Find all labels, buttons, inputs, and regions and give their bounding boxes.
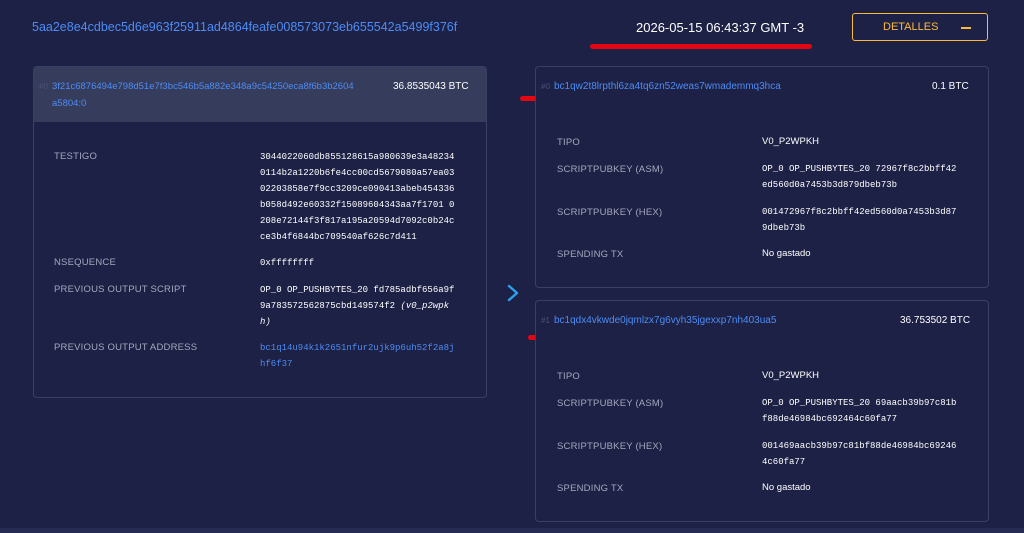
prev-address-line[interactable]: hf6f37	[260, 356, 475, 372]
output-card: #1 bc1qdx4vkwde0jqmlzx7g6vyh35jgexxp7nh4…	[535, 300, 989, 522]
annotation-underline-datetime	[590, 44, 812, 49]
prev-output-script-label: PREVIOUS OUTPUT SCRIPT	[54, 284, 187, 295]
prev-output-address-label: PREVIOUS OUTPUT ADDRESS	[54, 342, 198, 353]
page-bottom-divider	[0, 528, 1024, 533]
witness-line: 0114b2a1220b6fe4cc00cd5679080a57ea03	[260, 168, 455, 178]
witness-label: TESTIGO	[54, 151, 98, 162]
spending-tx-value: No gastado	[762, 482, 811, 493]
prev-output-address-link[interactable]: bc1q14u94k1k2651nfur2ujk9p6uh52f2a8j hf6…	[260, 340, 475, 372]
nsequence-value: 0xffffffff	[260, 258, 315, 268]
asm-line: ed560d0a7453b3d879dbeb73b	[762, 180, 898, 190]
asm-line: f88de46984bc692464c60fa77	[762, 414, 898, 424]
witness-line: 3044022060db855128615a980639e3a48234	[260, 152, 455, 162]
chevron-right-icon	[507, 284, 519, 302]
scriptpubkey-asm-label: SCRIPTPUBKEY (ASM)	[557, 398, 664, 409]
witness-line: b058d492e60332f15089604343aa7f1701 0	[260, 200, 455, 210]
spending-tx-value: No gastado	[762, 248, 811, 259]
scriptpubkey-hex-label: SCRIPTPUBKEY (HEX)	[557, 207, 663, 218]
prev-script-type-tail: h)	[260, 317, 271, 327]
output-address-link[interactable]: bc1qw2t8lrpthl6za4tq6zn52weas7wmademmq3h…	[554, 81, 781, 92]
input-amount: 36.8535043 BTC	[393, 81, 469, 92]
asm-line: OP_0 OP_PUSHBYTES_20 72967f8c2bbff42	[762, 164, 957, 174]
scriptpubkey-hex-label: SCRIPTPUBKEY (HEX)	[557, 441, 663, 452]
hex-line: 001472967f8c2bbff42ed560d0a7453b3d87	[762, 207, 957, 217]
witness-line: ce3b4f6844bc709540af626c7d411	[260, 232, 417, 242]
prev-script-type: (v0_p2wpk	[400, 301, 450, 311]
hex-line: 9dbeb73b	[762, 223, 806, 233]
input-index: #0	[39, 82, 48, 91]
scriptpubkey-asm-value: OP_0 OP_PUSHBYTES_20 69aacb39b97c81b f88…	[762, 395, 977, 427]
hex-line: 4c60fa77	[762, 457, 806, 467]
hex-line: 001469aacb39b97c81bf88de46984bc69246	[762, 441, 957, 451]
input-card-header: #0 3f21c6876494e798d51e7f3bc546b5a882e34…	[34, 67, 486, 122]
output-index: #1	[541, 316, 550, 325]
witness-line: 02203858e7f9cc3209ce090413abeb454336	[260, 184, 455, 194]
spending-tx-label: SPENDING TX	[557, 483, 624, 494]
prev-address-line[interactable]: bc1q14u94k1k2651nfur2ujk9p6uh52f2a8j	[260, 340, 475, 356]
witness-line: 208e72144f3f817a195a20594d7092c0b24c	[260, 216, 455, 226]
prev-script-line: OP_0 OP_PUSHBYTES_20 fd785adbf656a9f	[260, 285, 455, 295]
spending-tx-label: SPENDING TX	[557, 249, 624, 260]
details-button-label: DETALLES	[883, 21, 939, 33]
prev-output-script-value: OP_0 OP_PUSHBYTES_20 fd785adbf656a9f 9a7…	[260, 282, 475, 330]
type-value: V0_P2WPKH	[762, 136, 820, 147]
type-label: TIPO	[557, 137, 580, 148]
prev-txid-link[interactable]: 3f21c6876494e798d51e7f3bc546b5a882e348a9…	[52, 81, 354, 92]
transaction-id-link[interactable]: 5aa2e8e4cdbec5d6e963f25911ad4864feafe008…	[32, 20, 457, 34]
scriptpubkey-asm-label: SCRIPTPUBKEY (ASM)	[557, 164, 664, 175]
nsequence-label: NSEQUENCE	[54, 257, 116, 268]
output-amount: 36.753502 BTC	[900, 315, 971, 326]
prev-script-line: h)	[260, 314, 475, 330]
witness-value: 3044022060db855128615a980639e3a48234 011…	[260, 149, 470, 245]
type-value: V0_P2WPKH	[762, 370, 820, 381]
type-label: TIPO	[557, 371, 580, 382]
details-toggle-button[interactable]: DETALLES	[852, 13, 988, 41]
scriptpubkey-hex-value: 001472967f8c2bbff42ed560d0a7453b3d87 9db…	[762, 204, 977, 236]
output-amount: 0.1 BTC	[932, 81, 969, 92]
prev-script-hex: 9a783572562875cbd149574f2	[260, 301, 396, 311]
prev-txid-link-tail[interactable]: a5804:0	[52, 98, 86, 109]
output-address-link[interactable]: bc1qdx4vkwde0jqmlzx7g6vyh35jgexxp7nh403u…	[554, 315, 776, 326]
output-card: #0 bc1qw2t8lrpthl6za4tq6zn52weas7wmademm…	[535, 66, 989, 288]
scriptpubkey-asm-value: OP_0 OP_PUSHBYTES_20 72967f8c2bbff42 ed5…	[762, 161, 977, 193]
transaction-datetime: 2026-05-15 06:43:37 GMT -3	[636, 20, 805, 35]
output-index: #0	[541, 82, 550, 91]
scriptpubkey-hex-value: 001469aacb39b97c81bf88de46984bc69246 4c6…	[762, 438, 977, 470]
asm-line: OP_0 OP_PUSHBYTES_20 69aacb39b97c81b	[762, 398, 957, 408]
prev-script-line: 9a783572562875cbd149574f2 (v0_p2wpk	[260, 298, 475, 314]
minus-icon	[961, 27, 971, 29]
input-card: #0 3f21c6876494e798d51e7f3bc546b5a882e34…	[33, 66, 487, 398]
transaction-header: 5aa2e8e4cdbec5d6e963f25911ad4864feafe008…	[0, 0, 1024, 60]
